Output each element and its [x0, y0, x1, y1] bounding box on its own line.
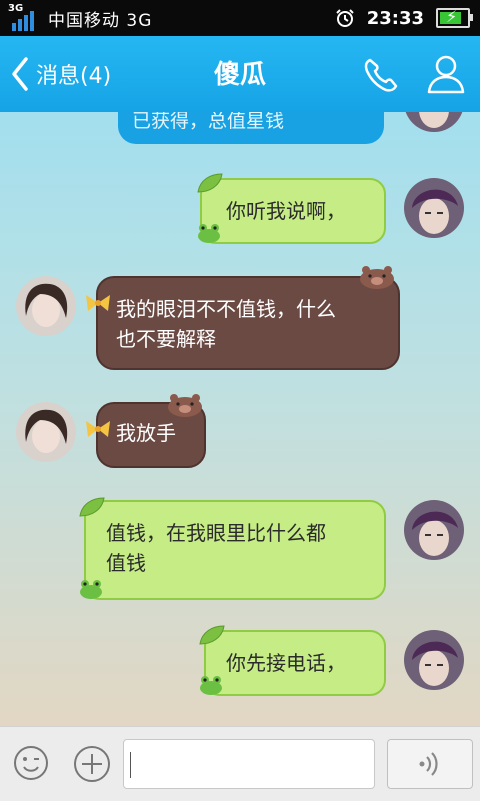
carrier-label: 中国移动 3G	[48, 10, 153, 31]
message-text: 已获得，总值星钱	[132, 112, 285, 132]
battery-icon: ⚡	[436, 7, 473, 28]
signal-icon: 3G	[8, 3, 40, 31]
frog-decoration-icon	[198, 224, 220, 243]
my-avatar[interactable]	[404, 630, 464, 690]
frog-decoration-icon	[200, 676, 222, 695]
message-text-line: 也不要解释	[116, 327, 216, 351]
voice-icon	[419, 752, 438, 776]
chat-area[interactable]: 已获得，总值星钱 你听我说啊， 我的眼泪不不值钱，什么 也不要解释 我放手 值钱…	[0, 112, 480, 726]
input-bar	[0, 726, 480, 801]
clock: 23:33	[366, 7, 424, 29]
emoji-icon[interactable]	[12, 744, 50, 782]
status-bar: 3G 中国移动 3G 23:33 ⚡	[0, 0, 480, 36]
leaf-decoration-icon	[79, 497, 105, 517]
bow-decoration-icon	[86, 421, 110, 437]
alarm-icon	[335, 9, 354, 27]
message-text-line: 值钱，在我眼里比什么都	[106, 521, 326, 545]
message-bubble[interactable]: 你听我说啊，	[200, 178, 386, 244]
message-text-line: 值钱	[106, 551, 146, 575]
leaf-decoration-icon	[197, 173, 223, 193]
contact-avatar[interactable]	[16, 402, 76, 462]
message-bubble[interactable]: 你先接电话，	[204, 630, 386, 696]
message-text-line: 我的眼泪不不值钱，什么	[116, 297, 336, 321]
frog-decoration-icon	[80, 580, 102, 599]
my-avatar[interactable]	[404, 112, 464, 132]
message-text: 你先接电话，	[226, 651, 346, 675]
bow-decoration-icon	[86, 295, 110, 311]
pig-decoration-icon	[360, 266, 394, 289]
pig-decoration-icon	[168, 394, 202, 417]
leaf-decoration-icon	[199, 625, 225, 645]
my-avatar[interactable]	[404, 500, 464, 560]
message-bubble[interactable]: 我的眼泪不不值钱，什么 也不要解释	[96, 276, 400, 370]
message-bubble[interactable]: 已获得，总值星钱	[118, 112, 384, 144]
phone-icon[interactable]	[360, 54, 402, 96]
plus-icon[interactable]	[72, 744, 112, 784]
message-bubble[interactable]: 值钱，在我眼里比什么都 值钱	[84, 500, 386, 600]
contact-name: 傻瓜	[213, 60, 266, 90]
message-input[interactable]	[123, 739, 375, 789]
message-text: 你听我说啊，	[226, 199, 346, 223]
chat-header: 消息(4) 傻瓜	[0, 36, 480, 112]
profile-icon[interactable]	[424, 52, 468, 96]
voice-button[interactable]	[387, 739, 473, 789]
contact-avatar[interactable]	[16, 276, 76, 336]
text-caret	[130, 752, 131, 778]
my-avatar[interactable]	[404, 178, 464, 238]
